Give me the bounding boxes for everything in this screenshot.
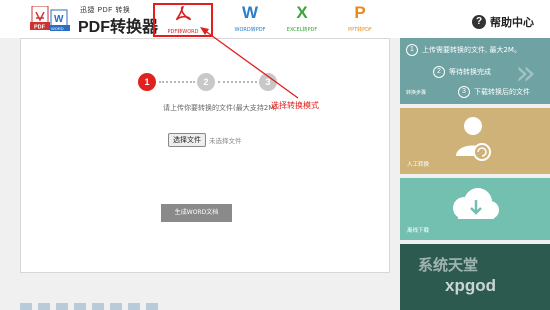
tab-label: PDF转WORD bbox=[167, 29, 199, 35]
word-icon: W bbox=[241, 3, 259, 22]
app-header: PDF W WORD 迅捷 PDF 转换 PDF转换器 PDF转WORD W W… bbox=[0, 0, 550, 38]
step-text: 上传需要转换的文件, 最大2M。 bbox=[422, 46, 521, 54]
step-connector bbox=[218, 81, 257, 83]
step-indicator-1: 1 bbox=[138, 73, 156, 91]
share-icon[interactable] bbox=[38, 303, 50, 310]
conversion-steps-panel: » 1 上传需要转换的文件, 最大2M。 2 等待转换完成 3 下载转换后的文件… bbox=[400, 38, 550, 104]
step-indicator-2: 2 bbox=[197, 73, 215, 91]
share-icon[interactable] bbox=[128, 303, 140, 310]
ppt-icon: P bbox=[354, 3, 366, 22]
offline-download-panel[interactable]: 离线下载 bbox=[400, 178, 550, 240]
step-line-2: 2 等待转换完成 bbox=[433, 66, 491, 78]
step-number: 2 bbox=[433, 66, 445, 78]
app-logo[interactable]: PDF W WORD 迅捷 PDF 转换 PDF转换器 bbox=[30, 4, 158, 36]
upload-panel: 1 2 3 请上传你要转换的文件(最大支持2M) 选择文件 未选择文件 生成WO… bbox=[20, 38, 390, 273]
tab-word-to-pdf[interactable]: W WORD转PDF bbox=[220, 3, 280, 37]
generate-word-button[interactable]: 生成WORD文档 bbox=[161, 204, 232, 222]
tab-label: WORD转PDF bbox=[234, 27, 266, 33]
tab-label: PPT转PDF bbox=[348, 27, 372, 33]
panel-caption: 离线下载 bbox=[407, 228, 430, 234]
question-icon: ? bbox=[472, 15, 486, 29]
help-center-link[interactable]: ? 帮助中心 bbox=[472, 14, 534, 30]
share-icon[interactable] bbox=[20, 303, 32, 310]
step-line-1: 1 上传需要转换的文件, 最大2M。 bbox=[406, 44, 521, 56]
tab-pdf-to-word[interactable]: PDF转WORD bbox=[153, 3, 213, 37]
annotation-label: 选择转换模式 bbox=[271, 101, 319, 110]
logo-badge-word: WORD bbox=[51, 26, 64, 31]
panel-caption: 人工转换 bbox=[407, 162, 430, 168]
share-icon[interactable] bbox=[146, 303, 158, 310]
acrobat-icon bbox=[155, 5, 211, 25]
tab-label: EXCEL转PDF bbox=[286, 27, 318, 33]
choose-file-button[interactable]: 选择文件 bbox=[168, 133, 206, 147]
panel-caption: 转换步骤 bbox=[406, 90, 427, 96]
watermark-panel: 系统天堂 xpgod bbox=[400, 244, 550, 310]
step-indicator-3: 3 bbox=[259, 73, 277, 91]
upload-instruction: 请上传你要转换的文件(最大支持2M) bbox=[163, 104, 277, 112]
excel-icon: X bbox=[296, 3, 308, 22]
step-connector bbox=[159, 81, 195, 83]
logo-title: PDF转换器 bbox=[78, 19, 159, 36]
manual-conversion-panel[interactable]: 人工转换 bbox=[400, 108, 550, 174]
logo-badge-pdf: PDF bbox=[34, 25, 46, 31]
step-line-3: 3 下载转换后的文件 bbox=[458, 86, 530, 98]
share-icon[interactable] bbox=[110, 303, 122, 310]
watermark-site: xpgod bbox=[445, 276, 496, 295]
tab-excel-to-pdf[interactable]: X EXCEL转PDF bbox=[272, 3, 332, 37]
share-icon[interactable] bbox=[56, 303, 68, 310]
tab-ppt-to-pdf[interactable]: P PPT转PDF bbox=[330, 3, 390, 37]
step-text: 等待转换完成 bbox=[449, 68, 491, 76]
help-label: 帮助中心 bbox=[490, 16, 534, 29]
pdf-word-logo-icon: PDF W WORD bbox=[30, 6, 70, 31]
svg-text:W: W bbox=[54, 14, 64, 25]
chevron-right-icon: » bbox=[515, 53, 536, 93]
share-icons-row bbox=[20, 303, 164, 310]
share-icon[interactable] bbox=[92, 303, 104, 310]
file-picker: 选择文件 未选择文件 bbox=[168, 133, 242, 147]
file-status: 未选择文件 bbox=[209, 137, 242, 145]
watermark-text: 系统天堂 bbox=[418, 256, 479, 274]
share-icon[interactable] bbox=[74, 303, 86, 310]
step-number: 3 bbox=[458, 86, 470, 98]
step-number: 1 bbox=[406, 44, 418, 56]
step-text: 下载转换后的文件 bbox=[474, 88, 530, 96]
